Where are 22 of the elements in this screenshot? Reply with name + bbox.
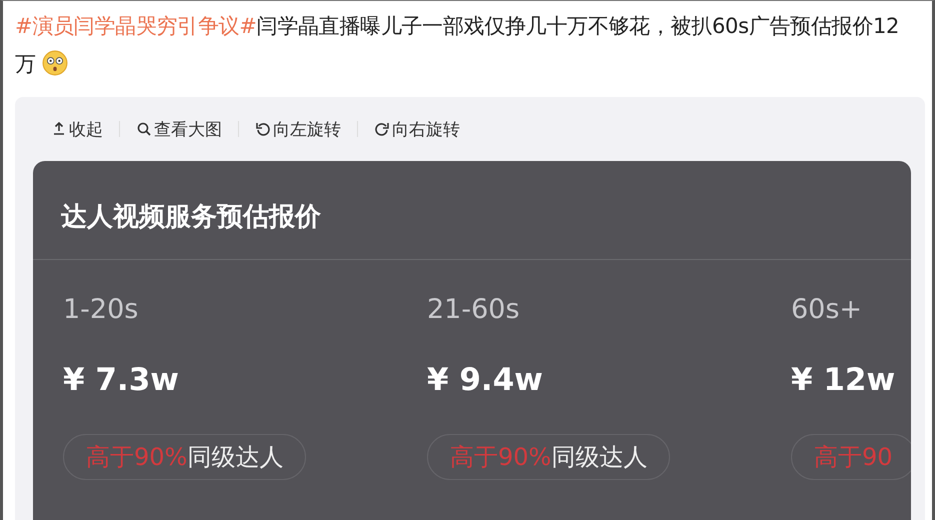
search-icon: [136, 121, 152, 137]
duration-label: 21-60s: [427, 294, 521, 327]
rotate-left-icon: [255, 121, 271, 137]
badge-highlight: 高于90: [814, 442, 893, 473]
duration-label: 60s+: [791, 294, 864, 327]
post-text: #演员闫学晶哭穷引争议#闫学晶直播曝儿子一部戏仅挣几十万不够花，被扒60s广告预估报价12万: [15, 13, 900, 78]
price-value: ¥ 7.3w: [63, 362, 180, 400]
badge-highlight: 高于90%: [450, 442, 552, 473]
duration-label: 1-20s: [63, 294, 140, 327]
upload-arrow-icon: [51, 121, 67, 137]
view-large-button[interactable]: 查看大图: [136, 118, 222, 140]
rotate-right-icon: [374, 121, 390, 137]
image-title: 达人视频服务预估报价: [33, 161, 911, 260]
badge-text: 同级达人: [187, 442, 284, 473]
emoji-icon: [42, 50, 68, 76]
rotate-right-button[interactable]: 向右旋转: [374, 118, 460, 140]
badge-text: 同级达人: [551, 442, 648, 473]
rotate-left-button[interactable]: 向左旋转: [255, 118, 341, 140]
collapse-button[interactable]: 收起: [51, 118, 103, 140]
price-value: ¥ 9.4w: [427, 362, 544, 400]
price-value: ¥ 12w: [791, 362, 896, 400]
badge-highlight: 高于90%: [86, 442, 188, 473]
